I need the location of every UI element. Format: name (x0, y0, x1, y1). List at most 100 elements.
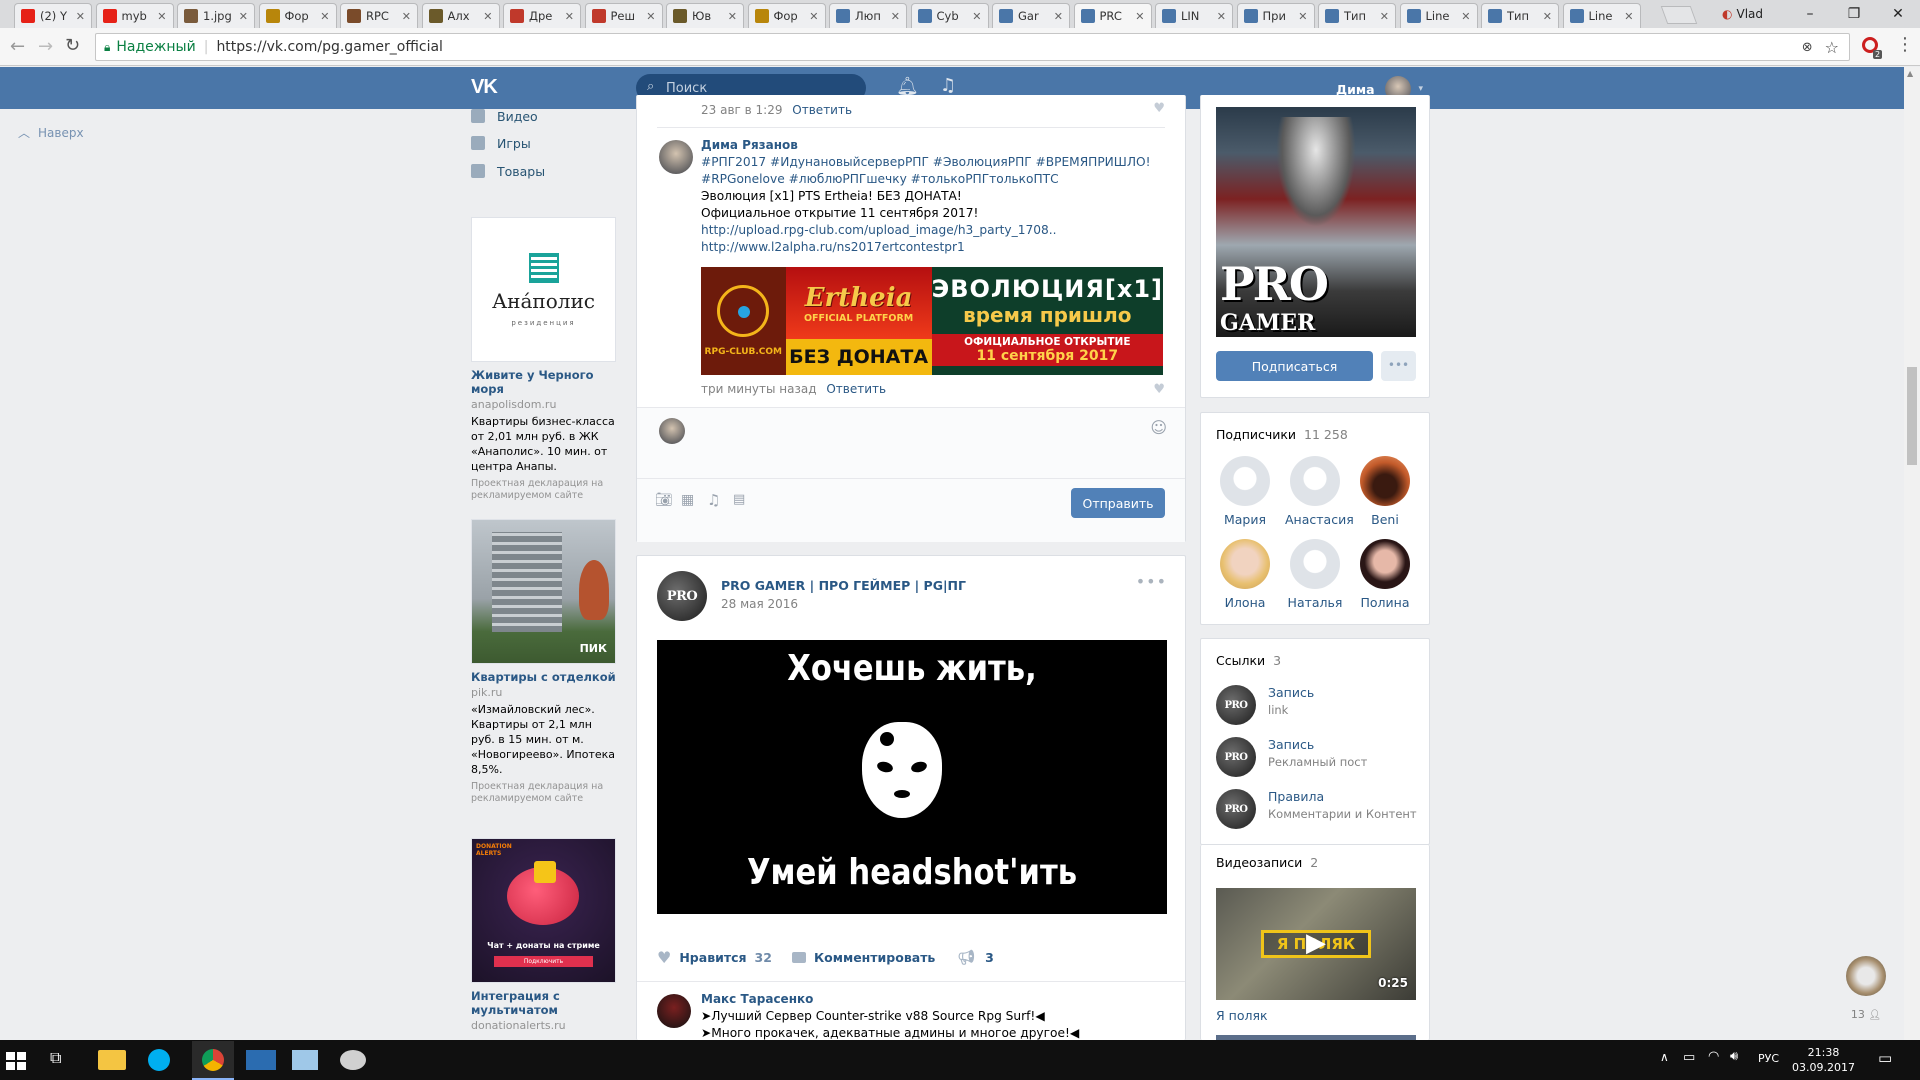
subscriber-anastasia[interactable]: Анастасия (1285, 456, 1354, 527)
tab-close-icon[interactable]: ✕ (239, 10, 248, 23)
tab-close-icon[interactable]: ✕ (1543, 10, 1552, 23)
browser-tab[interactable]: Cyb ✕ (910, 3, 989, 28)
comment-author-avatar[interactable] (659, 140, 693, 174)
vk-logo[interactable]: VK (471, 76, 498, 99)
reply-textarea[interactable] (693, 412, 1173, 474)
bookmark-star-icon[interactable]: ☆ (1825, 38, 1839, 57)
subscriber-beni[interactable]: Beni (1355, 456, 1415, 527)
subscriber-ilona[interactable]: Илона (1215, 539, 1275, 610)
share-button[interactable]: 📢︎ 3 (957, 950, 993, 966)
start-button[interactable] (6, 1052, 26, 1070)
like-button[interactable]: ♥ Нравится 32 (657, 948, 772, 967)
comment-author[interactable]: Дима Рязанов (701, 138, 798, 152)
chat-widget[interactable]: 13 👤︎ (1836, 950, 1896, 1034)
link-item[interactable]: PRO Запись Рекламный пост (1216, 737, 1367, 777)
skype-icon[interactable] (148, 1049, 170, 1071)
video-thumbnail[interactable]: Я ПОЛЯК ▶ 0:25 (1216, 888, 1416, 1000)
wifi-icon[interactable]: ◠ (1708, 1049, 1719, 1064)
browser-tab[interactable]: myb ✕ (95, 3, 174, 28)
music-attach-icon[interactable]: ♫ (707, 491, 720, 509)
tab-close-icon[interactable]: ✕ (1217, 10, 1226, 23)
translate-icon[interactable]: ⊗ (1802, 40, 1813, 55)
maximize-icon[interactable]: ❐ (1832, 6, 1876, 22)
browser-tab[interactable]: PRC ✕ (1073, 3, 1152, 28)
menu-dots-icon[interactable]: ⋮ (1896, 34, 1914, 55)
browser-tab[interactable]: Тип ✕ (1318, 3, 1396, 28)
tab-close-icon[interactable]: ✕ (1624, 10, 1633, 23)
browser-tab[interactable]: Line ✕ (1562, 3, 1641, 28)
page-scrollbar[interactable]: ▲ (1904, 67, 1920, 1040)
scrollbar-thumb[interactable] (1907, 367, 1917, 465)
tab-close-icon[interactable]: ✕ (728, 10, 737, 23)
music-icon[interactable]: ♫ (940, 75, 956, 96)
group-cover-image[interactable]: PRO GAMER (1216, 107, 1416, 337)
tab-close-icon[interactable]: ✕ (76, 10, 85, 23)
reload-icon[interactable]: ↻ (65, 35, 80, 56)
comment-button[interactable]: Комментировать (791, 950, 935, 965)
subscribe-button[interactable]: Подписаться (1216, 351, 1373, 381)
new-tab-button[interactable] (1660, 6, 1698, 24)
browser-tab[interactable]: Фор ✕ (258, 3, 337, 28)
more-dots-icon[interactable]: ••• (1136, 572, 1167, 591)
task-view-icon[interactable]: ⧉ (50, 1048, 61, 1068)
videos-header[interactable]: Видеозаписи 2 (1216, 855, 1318, 870)
url-text[interactable]: https://vk.com/pg.gamer_official (216, 39, 443, 55)
tab-close-icon[interactable]: ✕ (565, 10, 574, 23)
tab-close-icon[interactable]: ✕ (1135, 10, 1144, 23)
subscriber-natalya[interactable]: Наталья (1285, 539, 1345, 610)
bell-icon[interactable]: 🔔︎ (896, 76, 919, 97)
post-author-avatar[interactable]: PRO (657, 571, 707, 621)
tab-close-icon[interactable]: ✕ (320, 10, 329, 23)
browser-tab[interactable]: При ✕ (1236, 3, 1315, 28)
next-comment-author[interactable]: Макс Тарасенко (701, 992, 813, 1006)
video-attach-icon[interactable]: ▦ (681, 492, 694, 508)
post-image[interactable]: Хочешь жить, Умей headshot'ить (657, 640, 1167, 914)
tray-chevron-icon[interactable]: ∧ (1660, 1050, 1669, 1064)
omnibox[interactable]: 🔒︎ Надежный | https://vk.com/pg.gamer_of… (95, 33, 1850, 61)
tab-close-icon[interactable]: ✕ (1461, 10, 1470, 23)
emoji-icon[interactable]: ☺ (1150, 418, 1167, 437)
back-to-top[interactable]: ︿ Наверх (18, 124, 84, 141)
browser-tab[interactable]: Gar ✕ (992, 3, 1070, 28)
tab-close-icon[interactable]: ✕ (402, 10, 411, 23)
reply-link[interactable]: Ответить (792, 103, 852, 117)
next-comment-avatar[interactable] (657, 994, 691, 1028)
ad-anapolis[interactable]: Ана́полис резиденция Живите у Черного мо… (471, 217, 616, 502)
browser-tab[interactable]: Line ✕ (1399, 3, 1478, 28)
forward-icon[interactable]: → (38, 36, 53, 57)
tab-close-icon[interactable]: ✕ (972, 10, 981, 23)
app-icon[interactable] (340, 1050, 366, 1070)
chrome-icon[interactable] (192, 1041, 234, 1080)
battery-icon[interactable]: ▭ (1683, 1050, 1695, 1065)
browser-tab[interactable]: Алх ✕ (421, 3, 500, 28)
scroll-up-icon[interactable]: ▲ (1907, 69, 1913, 78)
notifications-icon[interactable]: ▭ (1878, 1049, 1892, 1067)
menu-item-games[interactable]: Игры (471, 132, 531, 154)
browser-tab[interactable]: RPC ✕ (340, 3, 418, 28)
ad-pik[interactable]: ПИК Квартиры с отделкой pik.ru «Измайлов… (471, 519, 616, 805)
link-item[interactable]: PRO Запись link (1216, 685, 1314, 725)
send-button[interactable]: Отправить (1071, 488, 1165, 518)
language-indicator[interactable]: РУС (1758, 1052, 1779, 1065)
camera-icon[interactable]: 📷︎ (655, 492, 673, 508)
document-icon[interactable]: ▤ (733, 492, 745, 507)
links-header[interactable]: Ссылки 3 (1216, 653, 1281, 668)
tab-close-icon[interactable]: ✕ (1054, 10, 1063, 23)
reply-link[interactable]: Ответить (826, 382, 886, 396)
subscribers-header[interactable]: Подписчики 11 258 (1216, 427, 1348, 442)
browser-tab[interactable]: Реш ✕ (584, 3, 663, 28)
back-icon[interactable]: ← (10, 36, 25, 57)
subscriber-maria[interactable]: Мария (1215, 456, 1275, 527)
browser-tab[interactable]: 1.jpg ✕ (177, 3, 255, 28)
clock[interactable]: 21:38 03.09.2017 (1792, 1045, 1855, 1075)
cta-button[interactable]: Подключить (494, 956, 593, 967)
tab-close-icon[interactable]: ✕ (891, 10, 900, 23)
comment-link-1[interactable]: http://upload.rpg-club.com/upload_image/… (701, 222, 1171, 239)
explorer-icon[interactable] (98, 1050, 126, 1070)
heart-icon[interactable]: ♥ (1153, 101, 1165, 116)
browser-tab[interactable]: Дре ✕ (503, 3, 581, 28)
ad-donationalerts[interactable]: DONATION ALERTS Чат + донаты на стриме П… (471, 838, 616, 1032)
browser-tab[interactable]: Фор ✕ (747, 3, 826, 28)
tab-close-icon[interactable]: ✕ (1380, 10, 1389, 23)
tab-close-icon[interactable]: ✕ (809, 10, 818, 23)
